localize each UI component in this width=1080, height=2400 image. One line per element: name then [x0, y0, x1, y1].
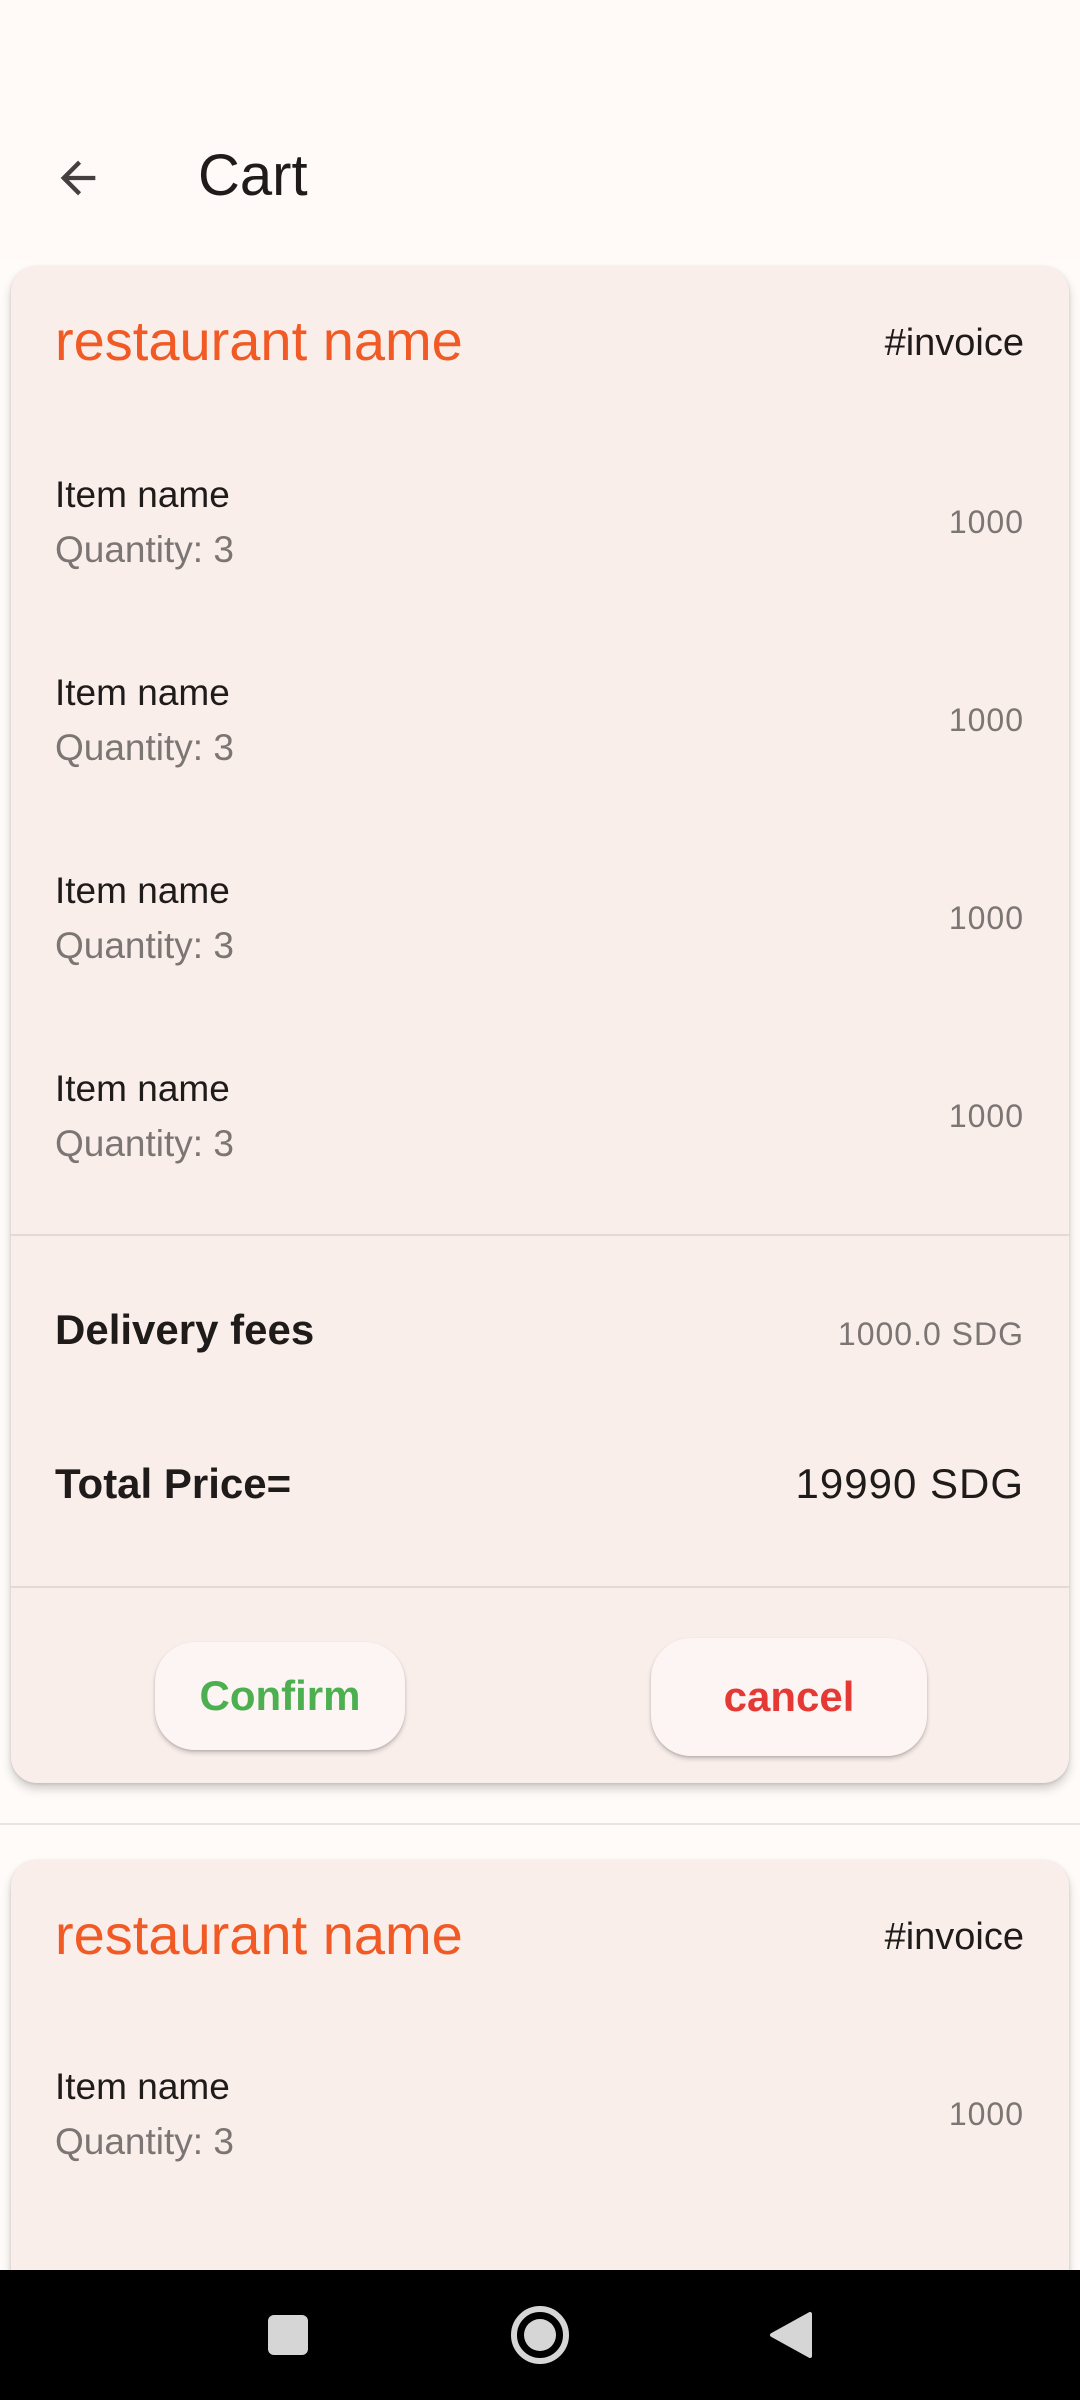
item-quantity: Quantity: 3 — [55, 2121, 234, 2162]
order-card: restaurant name #invoice Item name Quant… — [11, 266, 1069, 1783]
cart-screen: Cart restaurant name #invoice Item name … — [0, 0, 1080, 2400]
invoice-number: #invoice — [884, 322, 1024, 364]
nav-back-button[interactable] — [750, 2295, 830, 2375]
invoice-number: #invoice — [884, 1916, 1024, 1958]
restaurant-name: restaurant name — [55, 1903, 463, 1966]
item-price: 1000 — [948, 504, 1024, 540]
square-recents-icon — [268, 2315, 308, 2355]
item-quantity: Quantity: 3 — [55, 727, 234, 768]
page-title: Cart — [198, 143, 308, 208]
circle-home-icon — [511, 2306, 569, 2364]
system-nav-bar — [0, 2270, 1080, 2400]
list-item: Item name Quantity: 3 1000 — [11, 474, 1069, 654]
nav-recents-button[interactable] — [248, 2295, 328, 2375]
total-price-label: Total Price= — [55, 1460, 292, 1507]
back-button[interactable] — [30, 130, 126, 226]
list-item: Item name Quantity: 3 1000 — [11, 672, 1069, 852]
item-price: 1000 — [948, 1098, 1024, 1134]
triangle-back-icon — [770, 2312, 812, 2358]
item-quantity: Quantity: 3 — [55, 1123, 234, 1164]
arrow-back-icon — [60, 160, 96, 196]
item-name: Item name — [55, 870, 230, 911]
divider — [11, 1234, 1069, 1236]
item-price: 1000 — [948, 900, 1024, 936]
item-quantity: Quantity: 3 — [55, 529, 234, 570]
restaurant-name: restaurant name — [55, 309, 463, 372]
delivery-fees-value: 1000.0 SDG — [837, 1316, 1024, 1352]
total-price-value: 19990 SDG — [795, 1460, 1024, 1507]
list-item: Item name Quantity: 3 1000 — [11, 870, 1069, 1050]
item-price: 1000 — [948, 2096, 1024, 2132]
item-name: Item name — [55, 474, 230, 515]
divider — [11, 1586, 1069, 1588]
delivery-fees-label: Delivery fees — [55, 1306, 315, 1353]
list-item: Item name Quantity: 3 1000 — [11, 1068, 1069, 1248]
item-quantity: Quantity: 3 — [55, 925, 234, 966]
item-name: Item name — [55, 1068, 230, 1109]
confirm-button[interactable]: Confirm — [155, 1642, 405, 1750]
app-bar: Cart — [0, 0, 1080, 260]
list-item: Item name Quantity: 3 1000 — [11, 2066, 1069, 2246]
item-price: 1000 — [948, 702, 1024, 738]
nav-home-button[interactable] — [500, 2295, 580, 2375]
item-name: Item name — [55, 672, 230, 713]
item-name: Item name — [55, 2066, 230, 2107]
cancel-button[interactable]: cancel — [651, 1638, 927, 1756]
list-separator — [0, 1823, 1080, 1825]
